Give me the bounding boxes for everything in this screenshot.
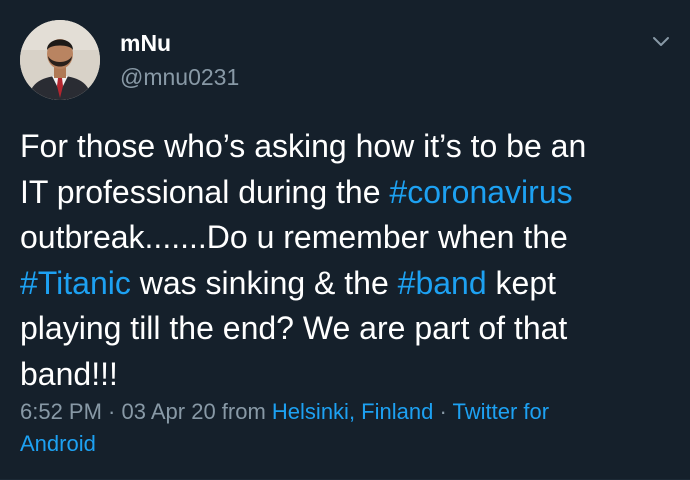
separator-dot: · <box>101 399 122 424</box>
tweet-line: playing till the end? We are part of tha… <box>20 310 568 347</box>
tweet-text-segment: was sinking & the <box>130 264 398 301</box>
tweet-line: #Titanic was sinking & the #band kept <box>20 261 670 307</box>
user-handle[interactable]: @mnu0231 <box>120 63 239 91</box>
source-link[interactable]: Twitter for <box>452 399 549 424</box>
hashtag-titanic-link[interactable]: #Titanic <box>20 265 131 301</box>
tweet-text-segment: IT professional during the <box>20 173 390 210</box>
hashtag-coronavirus-link[interactable]: #coronavirus <box>389 174 572 210</box>
display-name[interactable]: mNu <box>120 29 171 57</box>
tweet-line: outbreak.......Do u remember when the <box>20 219 568 256</box>
from-label: from <box>215 399 272 424</box>
tweet-line: band!!! <box>20 355 118 392</box>
location-link[interactable]: Helsinki, Finland <box>272 399 433 424</box>
chevron-down-icon[interactable] <box>650 30 672 52</box>
avatar-photo-icon <box>20 20 100 100</box>
meta-line: Android <box>20 428 670 460</box>
tweet-text-segment: kept <box>486 264 557 301</box>
separator-dot: · <box>433 399 453 424</box>
avatar[interactable] <box>20 20 100 100</box>
tweet-card: mNu @mnu0231 For those who’s asking how … <box>0 0 690 480</box>
tweet-metadata: 6:52 PM · 03 Apr 20 from Helsinki, Finla… <box>20 396 670 460</box>
tweet-time[interactable]: 6:52 PM <box>20 399 102 424</box>
tweet-line: IT professional during the #coronavirus <box>20 170 670 216</box>
hashtag-band-link[interactable]: #band <box>398 265 487 301</box>
tweet-text: For those who’s asking how it’s to be an… <box>20 124 670 398</box>
meta-line: 6:52 PM · 03 Apr 20 from Helsinki, Finla… <box>20 396 670 428</box>
tweet-date[interactable]: 03 Apr 20 <box>122 399 216 424</box>
source-link-continued[interactable]: Android <box>20 431 96 456</box>
tweet-line: For those who’s asking how it’s to be an <box>20 128 587 164</box>
